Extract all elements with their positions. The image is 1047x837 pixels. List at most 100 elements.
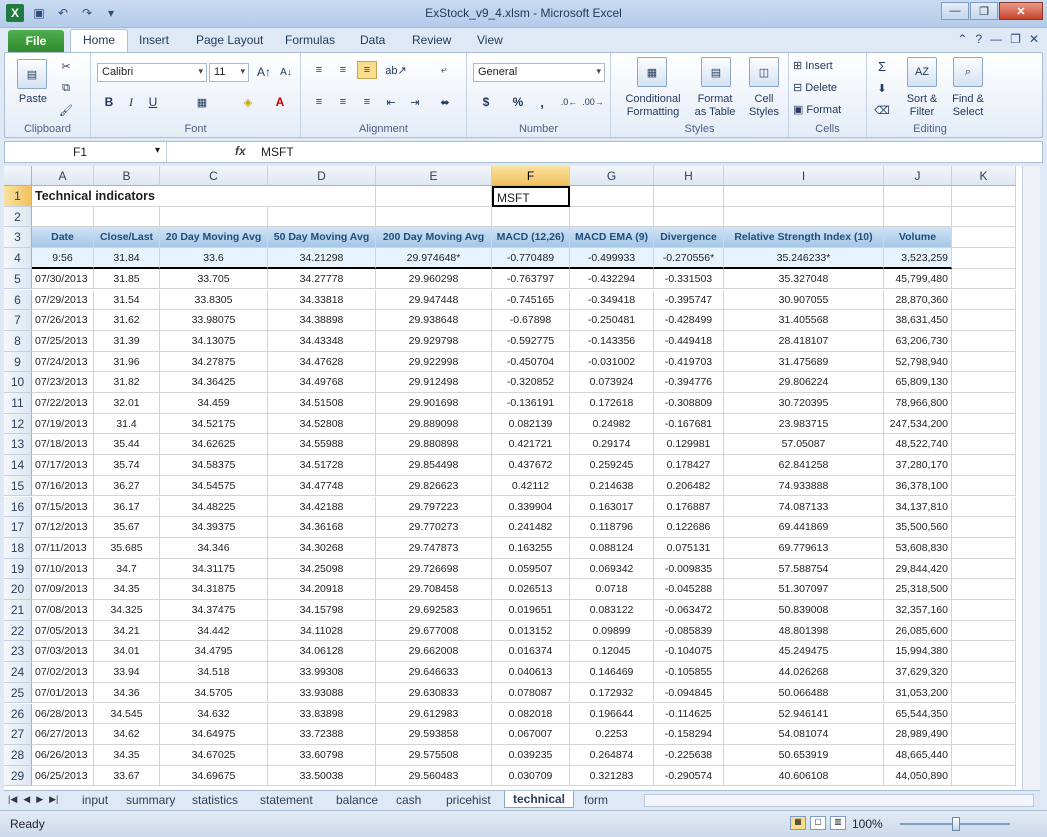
table-cell[interactable]: 0.118796	[570, 517, 654, 538]
font-name-select[interactable]: Calibri	[97, 63, 207, 82]
vertical-scrollbar[interactable]	[1022, 166, 1040, 790]
table-cell[interactable]: 28.418107	[724, 330, 884, 352]
table-cell[interactable]: 0.146469	[570, 662, 654, 683]
cell[interactable]	[952, 662, 1016, 683]
table-cell[interactable]: 0.122686	[654, 517, 724, 538]
find-select-line1[interactable]: Find &	[945, 93, 991, 105]
table-cell[interactable]: 34.31875	[160, 579, 268, 600]
table-cell[interactable]: 07/19/2013	[32, 413, 94, 435]
table-cell[interactable]: 29.960298	[376, 268, 492, 290]
sheet-tab-cash[interactable]: cash	[388, 792, 429, 809]
table-cell[interactable]: 29.797223	[376, 496, 492, 518]
prev-sheet-icon[interactable]: ◀	[23, 794, 30, 805]
cell-styles-line1[interactable]: Cell	[741, 93, 787, 105]
table-cell[interactable]: 0.030709	[492, 765, 570, 787]
table-cell[interactable]: -0.045288	[654, 579, 724, 600]
table-cell[interactable]: 48,665,440	[884, 744, 952, 766]
table-cell[interactable]: 30.720395	[724, 393, 884, 414]
row-header-1[interactable]: 1	[4, 186, 32, 207]
next-sheet-icon[interactable]: ▶	[36, 794, 43, 805]
table-cell[interactable]: -0.349418	[570, 289, 654, 311]
table-header-cell[interactable]: 20 Day Moving Avg	[160, 227, 268, 249]
table-cell[interactable]: 25,318,500	[884, 579, 952, 600]
table-cell[interactable]: 0.196644	[570, 703, 654, 725]
table-cell[interactable]: 31.84	[94, 248, 160, 269]
table-cell[interactable]: 0.075131	[654, 537, 724, 559]
wrap-text-icon[interactable]: ⤶	[433, 61, 455, 79]
cell[interactable]	[32, 206, 94, 228]
table-cell[interactable]: 34.43348	[268, 330, 376, 352]
table-cell[interactable]: 63,206,730	[884, 330, 952, 352]
table-cell[interactable]: -0.290574	[654, 765, 724, 787]
table-cell[interactable]: 34.49768	[268, 372, 376, 393]
table-cell[interactable]: 31.82	[94, 372, 160, 393]
insert-function-button[interactable]: fx	[235, 144, 246, 158]
table-cell[interactable]: 33.50038	[268, 765, 376, 787]
table-cell[interactable]: -0.031002	[570, 351, 654, 373]
table-cell[interactable]: 0.082018	[492, 703, 570, 725]
table-cell[interactable]: -0.331503	[654, 268, 724, 290]
horizontal-scrollbar[interactable]	[644, 794, 1034, 807]
table-cell[interactable]: 33.93088	[268, 682, 376, 704]
table-cell[interactable]: 45.249475	[724, 641, 884, 663]
align-middle-icon[interactable]: ≡	[333, 61, 353, 79]
table-cell[interactable]: 28,989,490	[884, 724, 952, 745]
table-cell[interactable]: 07/15/2013	[32, 496, 94, 518]
table-cell[interactable]: 34.27875	[160, 351, 268, 373]
tab-insert[interactable]: Insert	[139, 33, 169, 47]
table-header-cell[interactable]: Relative Strength Index (10)	[724, 227, 884, 249]
first-sheet-icon[interactable]: |◀	[8, 794, 17, 805]
cell-styles-icon[interactable]: ◫	[749, 57, 779, 87]
table-cell[interactable]: 40.606108	[724, 765, 884, 787]
table-cell[interactable]: 34.325	[94, 600, 160, 621]
table-cell[interactable]: 45,799,480	[884, 268, 952, 290]
row-header-25[interactable]: 25	[4, 682, 32, 704]
table-cell[interactable]: 35.67	[94, 517, 160, 538]
sheet-title[interactable]: Technical indicators	[32, 186, 268, 207]
table-cell[interactable]: 65,809,130	[884, 372, 952, 393]
table-cell[interactable]: 57.588754	[724, 558, 884, 580]
conditional-formatting-icon[interactable]: ▦	[637, 57, 667, 87]
cut-icon[interactable]: ✂	[57, 57, 75, 75]
table-cell[interactable]: 0.214638	[570, 475, 654, 497]
table-cell[interactable]: 0.259245	[570, 455, 654, 476]
table-cell[interactable]: 0.09899	[570, 620, 654, 642]
paste-icon[interactable]: ▤	[17, 59, 47, 89]
table-cell[interactable]: 31.475689	[724, 351, 884, 373]
table-cell[interactable]: 36.27	[94, 475, 160, 497]
zoom-level[interactable]: 100%	[852, 817, 883, 831]
row-header-28[interactable]: 28	[4, 744, 32, 766]
merge-center-icon[interactable]: ⬌	[433, 93, 457, 111]
table-cell[interactable]: -0.449418	[654, 330, 724, 352]
table-cell[interactable]: 29.947448	[376, 289, 492, 311]
last-sheet-icon[interactable]: ▶|	[49, 794, 58, 805]
table-cell[interactable]: 34.442	[160, 620, 268, 642]
table-cell[interactable]: 34.48225	[160, 496, 268, 518]
row-header-7[interactable]: 7	[4, 310, 32, 331]
worksheet-grid[interactable]: A B C D E F G H I J K 1 2 3 4 5 6 7 8 9 10 11 12 13 14 15 16 17 18 19…	[4, 166, 1022, 790]
table-cell[interactable]: 06/25/2013	[32, 765, 94, 787]
table-cell[interactable]: 29.889098	[376, 413, 492, 435]
table-cell[interactable]: 65,544,350	[884, 703, 952, 725]
cell[interactable]	[952, 393, 1016, 414]
table-cell[interactable]: 33.6	[160, 248, 268, 269]
sort-filter-icon[interactable]: AZ	[907, 57, 937, 87]
table-cell[interactable]: 07/16/2013	[32, 475, 94, 497]
table-cell[interactable]: 34.47628	[268, 351, 376, 373]
minimize-ribbon-icon[interactable]: ⌃	[957, 32, 967, 46]
minimize-icon[interactable]: —	[941, 2, 969, 20]
table-cell[interactable]: 36.17	[94, 496, 160, 518]
increase-decimal-icon[interactable]: .0←	[559, 93, 579, 111]
table-cell[interactable]: 33.67	[94, 765, 160, 787]
table-cell[interactable]: 50.066488	[724, 682, 884, 704]
table-cell[interactable]: 0.24982	[570, 413, 654, 435]
table-cell[interactable]: 35.44	[94, 434, 160, 456]
cell[interactable]	[492, 206, 570, 228]
bold-button[interactable]: B	[101, 93, 117, 111]
table-cell[interactable]: 0.073924	[570, 372, 654, 393]
format-cells-button[interactable]: ▣ Format	[793, 103, 863, 117]
table-cell[interactable]: 29.560483	[376, 765, 492, 787]
table-cell[interactable]: 35.74	[94, 455, 160, 476]
table-cell[interactable]: 34.54575	[160, 475, 268, 497]
cell[interactable]	[570, 206, 654, 228]
